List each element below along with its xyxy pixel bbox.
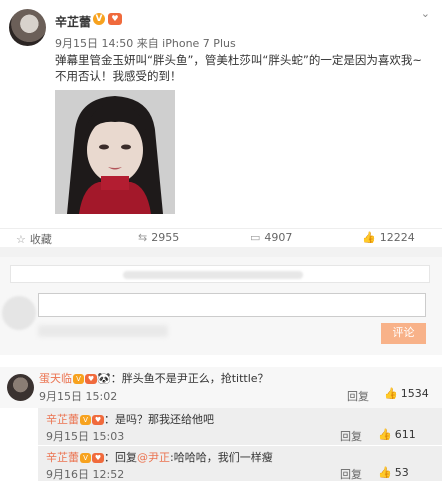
reply-text: :哈哈哈，我们一样瘦	[170, 451, 273, 464]
reply-time: 9月16日 12:52	[46, 468, 125, 481]
thumbs-up-icon: 👍	[378, 466, 392, 479]
post-photo[interactable]	[55, 90, 175, 214]
verified-badge: V	[93, 13, 105, 25]
comment-time: 9月15日 15:02	[39, 390, 118, 403]
reply-like-button[interactable]: 👍 611	[378, 428, 416, 441]
reply-button[interactable]: 回复	[347, 388, 369, 404]
like-count: 611	[394, 428, 416, 441]
author-avatar[interactable]	[9, 9, 46, 46]
comment-composer: 评论	[0, 257, 442, 355]
star-icon: ☆	[16, 232, 26, 246]
thumbs-up-icon: 👍	[384, 387, 398, 400]
verified-badge: V	[80, 415, 91, 425]
comment-text: ：胖头鱼不是尹正么，抢tittle？	[110, 372, 269, 385]
vip-badge: ♥	[92, 453, 104, 463]
reply-like-button[interactable]: 👍 53	[378, 466, 409, 479]
action-bar: ☆ 收藏 ⇆ 2955 ▭ 4907 👍 12224	[0, 228, 442, 247]
panda-emoji-icon: 🐼	[97, 372, 111, 385]
blurred-toolbar	[38, 325, 168, 337]
level-badge: ♥	[108, 13, 122, 25]
verified-badge: V	[80, 453, 91, 463]
section-divider	[0, 247, 442, 257]
thumbs-up-icon: 👍	[378, 428, 392, 441]
comment-button[interactable]: ▭ 4907	[250, 231, 292, 244]
commenter-avatar[interactable]	[7, 374, 34, 401]
mention-link[interactable]: @尹正	[137, 451, 170, 464]
thumbs-up-icon: 👍	[362, 231, 376, 244]
submit-comment-button[interactable]: 评论	[381, 323, 426, 344]
replier-name[interactable]: 辛芷蕾	[46, 413, 79, 426]
reply-time: 9月15日 15:03	[46, 430, 125, 443]
weibo-post: 辛芷蕾 V ♥ ⌄ 9月15日 14:50 来自 iPhone 7 Plus 弹…	[0, 0, 442, 228]
like-count: 53	[394, 466, 409, 479]
chevron-down-icon[interactable]: ⌄	[421, 7, 430, 20]
comment-like-button[interactable]: 👍 1534	[384, 387, 429, 400]
reply-button[interactable]: 回复	[340, 466, 362, 481]
comment-item: 蛋天临 V ♥ 🐼：胖头鱼不是尹正么，抢tittle？ 9月15日 15:02 回复 …	[0, 367, 442, 408]
post-meta: 9月15日 14:50 来自 iPhone 7 Plus	[55, 37, 236, 50]
comment-icon: ▭	[250, 231, 261, 244]
like-button[interactable]: 👍 12224	[362, 231, 415, 244]
my-avatar	[2, 296, 36, 330]
vip-badge: ♥	[85, 374, 97, 384]
replier-name[interactable]: 辛芷蕾	[46, 451, 79, 464]
reply-prefix: ：回复	[104, 451, 137, 464]
reply-item: 辛芷蕾 V ♥ ：回复@尹正:哈哈哈，我们一样瘦 9月16日 12:52 回复 👍 5…	[38, 446, 442, 481]
post-text: 弹幕里管金玉妍叫“胖头鱼”，管美杜莎叫“胖头蛇”的一定是因为喜欢我~不用否认！我…	[55, 53, 422, 83]
commenter-name[interactable]: 蛋天临	[39, 372, 72, 385]
verified-badge: V	[73, 374, 84, 384]
repost-icon: ⇆	[138, 231, 148, 244]
comment-input[interactable]	[38, 293, 426, 317]
reply-button[interactable]: 回复	[340, 428, 362, 444]
reply-item: 辛芷蕾 V ♥ ：是吗？那我还给他吧 9月15日 15:03 回复 👍 611	[38, 408, 442, 445]
favorite-button[interactable]: ☆ 收藏	[16, 231, 52, 247]
repost-button[interactable]: ⇆ 2955	[138, 231, 179, 244]
reply-text: ：是吗？那我还给他吧	[104, 413, 214, 426]
author-name[interactable]: 辛芷蕾	[55, 13, 91, 30]
blurred-banner	[10, 265, 430, 283]
like-count: 1534	[400, 387, 429, 400]
vip-badge: ♥	[92, 415, 104, 425]
